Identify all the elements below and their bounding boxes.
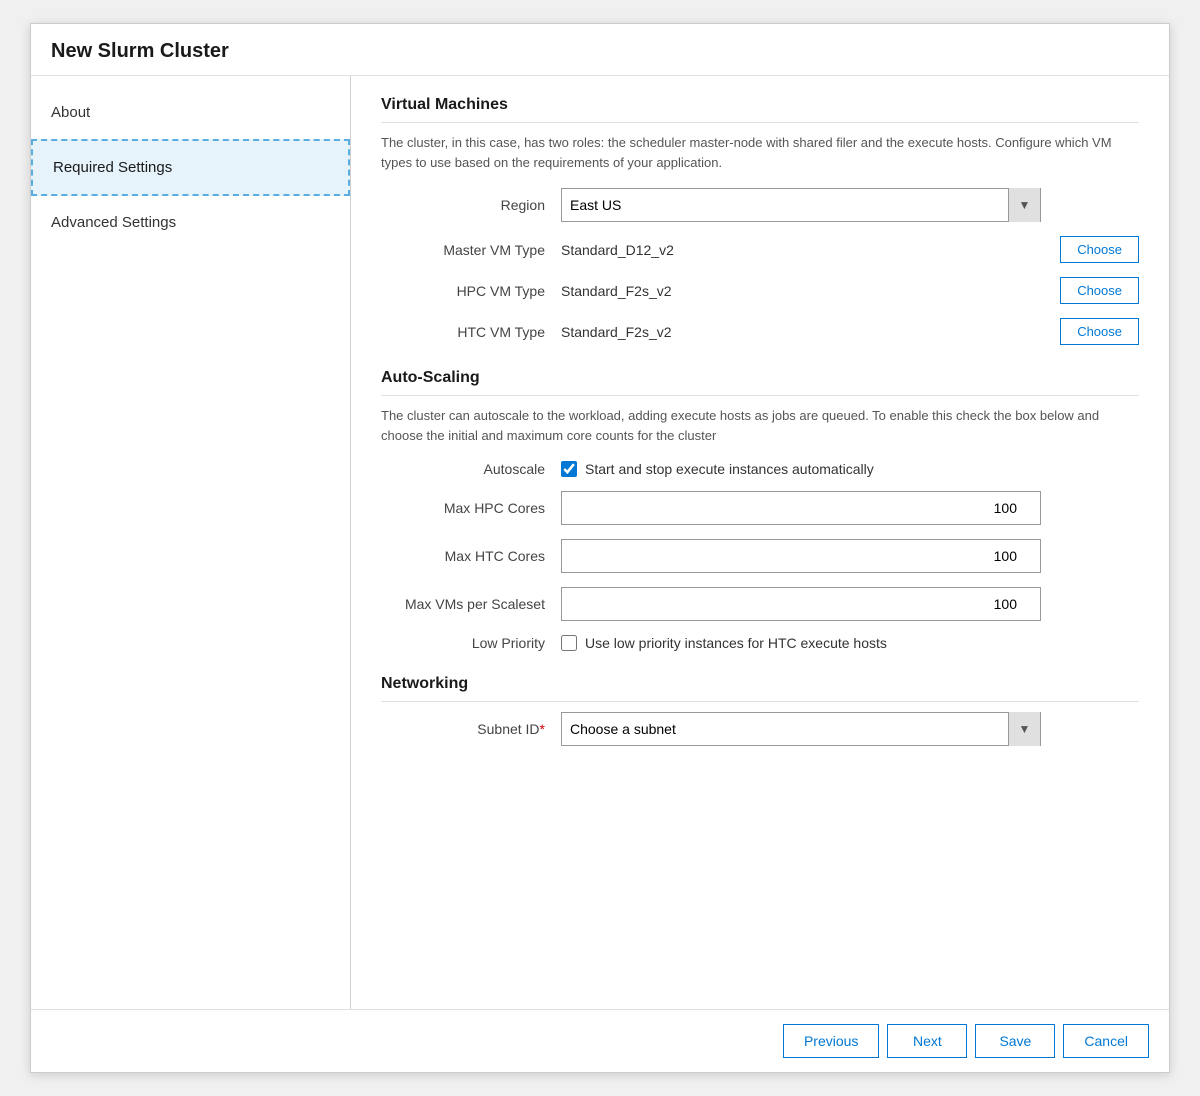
subnet-id-control: Choose a subnet ▼ (561, 712, 1139, 746)
vm-section-desc: The cluster, in this case, has two roles… (381, 133, 1139, 172)
subnet-dropdown-arrow[interactable]: ▼ (1008, 712, 1040, 746)
autoscale-label: Autoscale (381, 461, 561, 477)
hpc-vm-label: HPC VM Type (381, 283, 561, 299)
low-priority-checkbox[interactable] (561, 635, 577, 651)
virtual-machines-section: Virtual Machines The cluster, in this ca… (381, 96, 1139, 345)
autoscale-control: Start and stop execute instances automat… (561, 461, 1139, 477)
dialog-body: About Required Settings Advanced Setting… (31, 76, 1169, 1009)
main-content: Virtual Machines The cluster, in this ca… (351, 76, 1169, 1009)
autoscale-row: Autoscale Start and stop execute instanc… (381, 461, 1139, 477)
dialog-footer: Previous Next Save Cancel (31, 1009, 1169, 1072)
region-row: Region East US West US East US 2 West Eu… (381, 188, 1139, 222)
master-vm-value: Standard_D12_v2 (561, 242, 1060, 258)
max-htc-cores-input[interactable] (561, 539, 1041, 573)
autoscale-checkbox[interactable] (561, 461, 577, 477)
region-control: East US West US East US 2 West Europe So… (561, 188, 1139, 222)
htc-vm-choose-button[interactable]: Choose (1060, 318, 1139, 345)
max-vms-scaleset-row: Max VMs per Scaleset (381, 587, 1139, 621)
previous-button[interactable]: Previous (783, 1024, 879, 1058)
low-priority-checkbox-label: Use low priority instances for HTC execu… (585, 635, 887, 651)
new-slurm-cluster-dialog: New Slurm Cluster About Required Setting… (30, 23, 1170, 1073)
dialog-header: New Slurm Cluster (31, 24, 1169, 76)
hpc-vm-value: Standard_F2s_v2 (561, 283, 1060, 299)
htc-vm-control: Standard_F2s_v2 Choose (561, 318, 1139, 345)
auto-scaling-section-title: Auto-Scaling (381, 369, 1139, 396)
htc-vm-value: Standard_F2s_v2 (561, 324, 1060, 340)
max-vms-scaleset-control (561, 587, 1139, 621)
max-htc-cores-row: Max HTC Cores (381, 539, 1139, 573)
subnet-select-wrapper[interactable]: Choose a subnet ▼ (561, 712, 1041, 746)
subnet-id-label: Subnet ID* (381, 721, 561, 737)
next-button[interactable]: Next (887, 1024, 967, 1058)
max-hpc-cores-control (561, 491, 1139, 525)
low-priority-label: Low Priority (381, 635, 561, 651)
htc-vm-row: HTC VM Type Standard_F2s_v2 Choose (381, 318, 1139, 345)
max-hpc-cores-row: Max HPC Cores (381, 491, 1139, 525)
save-button[interactable]: Save (975, 1024, 1055, 1058)
sidebar-item-label: Required Settings (53, 159, 172, 176)
vm-section-title: Virtual Machines (381, 96, 1139, 123)
hpc-vm-choose-button[interactable]: Choose (1060, 277, 1139, 304)
sidebar-item-label: Advanced Settings (51, 214, 176, 231)
subnet-select[interactable]: Choose a subnet (562, 713, 1008, 745)
low-priority-checkbox-row: Use low priority instances for HTC execu… (561, 635, 887, 651)
region-label: Region (381, 197, 561, 213)
master-vm-label: Master VM Type (381, 242, 561, 258)
networking-section: Networking Subnet ID* Choose a subnet ▼ (381, 675, 1139, 746)
subnet-required-marker: * (540, 721, 545, 737)
networking-section-title: Networking (381, 675, 1139, 702)
master-vm-control: Standard_D12_v2 Choose (561, 236, 1139, 263)
autoscale-checkbox-label: Start and stop execute instances automat… (585, 461, 874, 477)
autoscale-checkbox-row: Start and stop execute instances automat… (561, 461, 874, 477)
auto-scaling-section-desc: The cluster can autoscale to the workloa… (381, 406, 1139, 445)
sidebar-item-about[interactable]: About (31, 86, 350, 139)
sidebar-item-advanced-settings[interactable]: Advanced Settings (31, 196, 350, 249)
hpc-vm-control: Standard_F2s_v2 Choose (561, 277, 1139, 304)
max-vms-scaleset-label: Max VMs per Scaleset (381, 596, 561, 612)
sidebar: About Required Settings Advanced Setting… (31, 76, 351, 1009)
low-priority-control: Use low priority instances for HTC execu… (561, 635, 1139, 651)
htc-vm-label: HTC VM Type (381, 324, 561, 340)
master-vm-choose-button[interactable]: Choose (1060, 236, 1139, 263)
subnet-id-row: Subnet ID* Choose a subnet ▼ (381, 712, 1139, 746)
max-htc-cores-control (561, 539, 1139, 573)
dialog-title: New Slurm Cluster (51, 40, 1149, 63)
auto-scaling-section: Auto-Scaling The cluster can autoscale t… (381, 369, 1139, 651)
max-hpc-cores-input[interactable] (561, 491, 1041, 525)
sidebar-item-required-settings[interactable]: Required Settings (31, 139, 350, 196)
master-vm-row: Master VM Type Standard_D12_v2 Choose (381, 236, 1139, 263)
region-dropdown-arrow[interactable]: ▼ (1008, 188, 1040, 222)
region-select[interactable]: East US West US East US 2 West Europe So… (562, 189, 1008, 221)
region-select-wrapper[interactable]: East US West US East US 2 West Europe So… (561, 188, 1041, 222)
hpc-vm-row: HPC VM Type Standard_F2s_v2 Choose (381, 277, 1139, 304)
max-hpc-cores-label: Max HPC Cores (381, 500, 561, 516)
max-vms-scaleset-input[interactable] (561, 587, 1041, 621)
sidebar-item-label: About (51, 104, 90, 121)
low-priority-row: Low Priority Use low priority instances … (381, 635, 1139, 651)
max-htc-cores-label: Max HTC Cores (381, 548, 561, 564)
cancel-button[interactable]: Cancel (1063, 1024, 1149, 1058)
